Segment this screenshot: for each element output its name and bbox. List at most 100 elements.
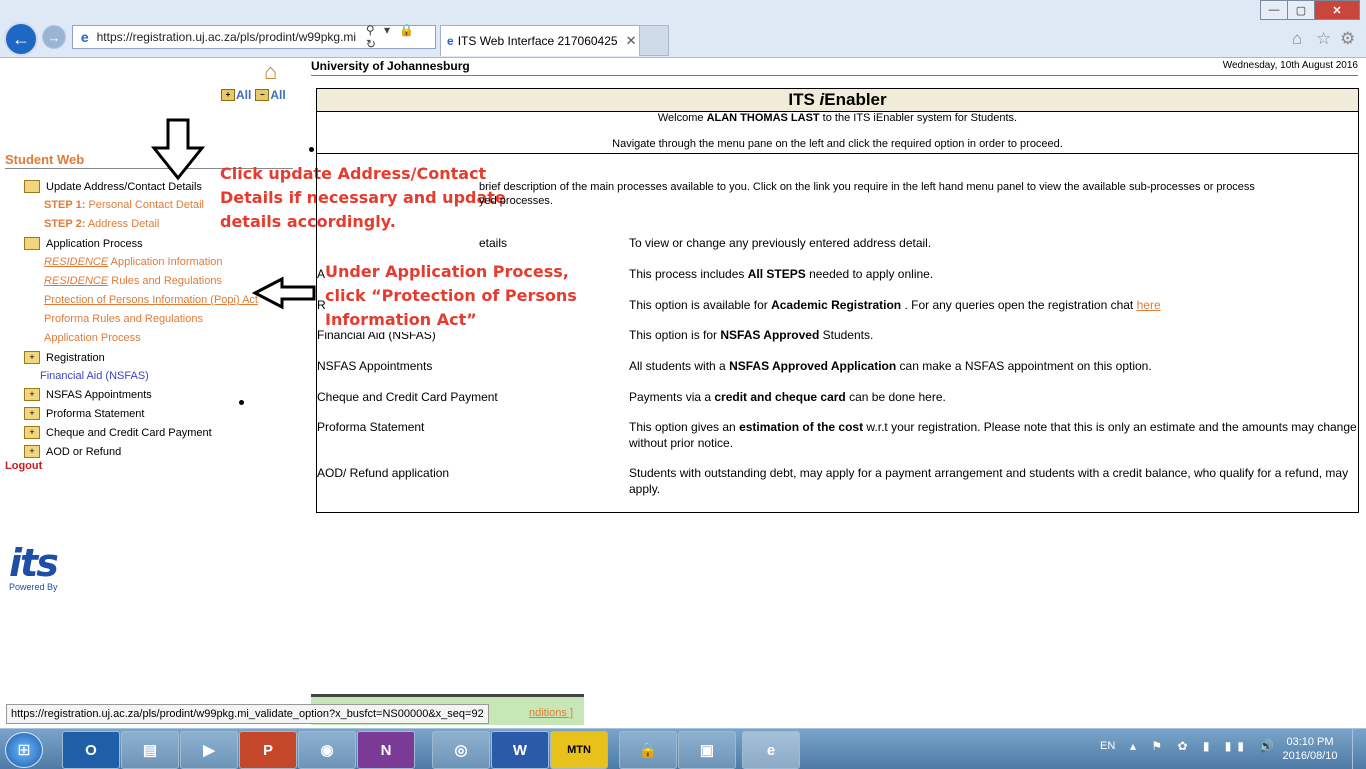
folder-plus-icon: + [221,89,235,101]
menu-item-label: Cheque and Credit Card Payment [46,426,212,439]
chrome-taskbar-button[interactable]: ◎ [432,731,490,769]
address-tools[interactable]: ⚲ ▾ 🔒 ↻ [366,23,435,51]
desc-bold: NSFAS Approved [720,328,820,342]
intro-text: brief description of the main processes … [479,180,1339,208]
ie-taskbar-button[interactable]: e [742,731,800,769]
step2-label: Address Detail [87,218,160,230]
menu-item-financial-aid[interactable]: Financial Aid (NSFAS) [40,370,149,382]
sub-step1[interactable]: STEP 1: Personal Contact Detail [44,199,204,211]
mtn-taskbar-button[interactable]: MTN [550,731,608,769]
desc-bold: credit and cheque card [714,390,846,404]
chat-here-link[interactable]: here [1137,298,1161,312]
row-description: This process includes All STEPS needed t… [629,266,1359,282]
powerpoint-taskbar-button[interactable]: P [239,731,297,769]
language-indicator[interactable]: EN [1100,740,1115,752]
address-bar[interactable]: e https://registration.uj.ac.za/pls/prod… [72,23,436,51]
firefox-icon: ◉ [320,742,334,759]
sub-step2[interactable]: STEP 2: Address Detail [44,218,159,230]
start-button[interactable]: ⊞ [5,732,43,768]
chrome-icon: ◎ [454,742,468,759]
tab-title: ITS Web Interface 217060425 [457,34,618,48]
minimize-button[interactable]: — [1260,0,1288,20]
menu-item-aod-refund[interactable]: + AOD or Refund [24,445,121,458]
favorites-star-icon[interactable]: ☆ [1316,29,1331,49]
its-logo: its Powered By [9,544,65,592]
menu-item-label: Registration [46,351,105,364]
residence-word: RESIDENCE [44,275,109,287]
menu-item-cheque-payment[interactable]: + Cheque and Credit Card Payment [24,426,212,439]
sub-proforma-rules[interactable]: Proforma Rules and Regulations [44,313,203,325]
expand-all-button[interactable]: + All [221,88,251,102]
outlook-taskbar-button[interactable]: O [62,731,120,769]
menu-home-icon[interactable]: ⌂ [264,59,277,85]
step1-prefix: STEP 1: [44,199,86,211]
sub-app-process[interactable]: Application Process [44,332,141,344]
home-icon[interactable]: ⌂ [1292,29,1302,49]
menu-item-proforma-statement[interactable]: + Proforma Statement [24,407,144,420]
tab-close-icon[interactable]: ✕ [626,33,637,49]
lock-icon: 🔒 [638,742,658,759]
title-prefix: ITS [788,90,820,109]
photo-viewer-taskbar-button[interactable]: ▣ [678,731,736,769]
address-url[interactable]: https://registration.uj.ac.za/pls/prodin… [97,30,362,44]
ie-page-icon: e [80,29,89,45]
bullet-dot [239,400,244,405]
sub-residence-info[interactable]: RESIDENCE Application Information [44,256,223,268]
header-bar: University of Johannesburg Wednesday, 10… [311,58,1358,76]
clock-date: 2016/08/10 [1282,750,1338,762]
menu-item-label: NSFAS Appointments [46,388,152,401]
gear-icon[interactable]: ⚙ [1340,29,1355,49]
close-window-button[interactable]: ✕ [1314,0,1360,20]
sub-residence-rules[interactable]: RESIDENCE Rules and Regulations [44,275,222,287]
onenote-icon: N [380,741,392,759]
media-player-icon: ▶ [203,742,215,759]
photo-icon: ▣ [699,742,715,759]
mtn-icon: MTN [567,744,591,756]
security-taskbar-button[interactable]: 🔒 [619,731,677,769]
menu-item-label: Application Process [46,237,143,250]
desc-text: Students with outstanding debt, may appl… [629,466,1349,496]
menu-item-nsfas-appointments[interactable]: + NSFAS Appointments [24,388,152,401]
desc-text: This option is for [629,328,721,342]
sub-popi-act[interactable]: Protection of Persons Information (Popi)… [44,294,258,306]
menu-item-label: Proforma Statement [46,407,145,420]
word-taskbar-button[interactable]: W [491,731,549,769]
conditions-link[interactable]: nditions ] [529,707,573,719]
menu-item-application-process[interactable]: Application Process [24,237,143,250]
row-label: etails [479,236,508,250]
explorer-taskbar-button[interactable]: ▤ [121,731,179,769]
taskbar: ⊞ O ▤ ▶ P ◉ N ◎ W MTN 🔒 ▣ e EN ▴ ⚑ ✿ ▮ ▮… [0,728,1366,769]
folder-plus-icon: + [24,445,40,458]
browser-tab[interactable]: e ITS Web Interface 217060425 ✕ [440,25,640,56]
folder-plus-icon: + [24,426,40,439]
desc-text: This process includes [629,267,748,281]
firefox-taskbar-button[interactable]: ◉ [298,731,356,769]
new-tab-button[interactable] [639,25,669,56]
ie-icon: e [766,741,776,759]
onenote-taskbar-button[interactable]: N [357,731,415,769]
clock[interactable]: 03:10 PM 2016/08/10 [1282,735,1338,763]
folder-minus-icon: − [255,89,270,101]
title-suffix: Enabler [824,90,887,109]
powered-by-label: Powered By [9,582,58,592]
collapse-all-button[interactable]: − All [255,88,286,102]
arrow-right-icon: → [47,29,61,45]
row-label: Proforma Statement [317,420,425,434]
desc-text: This option gives an [629,420,740,434]
annotation-line: click “Protection of Persons [325,286,577,305]
desc-text: Students. [819,328,874,342]
desc-text: Payments via a [629,390,715,404]
word-icon: W [512,741,528,759]
system-tray-icons[interactable]: ▴ ⚑ ✿ ▮ ▮▮ 🔊 [1130,739,1280,753]
show-desktop-button[interactable] [1352,729,1366,769]
outlook-icon: O [85,741,97,759]
maximize-button[interactable]: ▢ [1287,0,1315,20]
row-label: NSFAS Appointments [317,359,433,373]
back-button[interactable]: ← [4,22,38,56]
page-title: ITS iEnabler [317,89,1358,112]
row-label: AOD/ Refund application [317,466,450,480]
logout-link[interactable]: Logout [5,460,42,472]
media-player-taskbar-button[interactable]: ▶ [180,731,238,769]
menu-item-registration[interactable]: + Registration [24,351,105,364]
forward-button[interactable]: → [42,25,66,49]
